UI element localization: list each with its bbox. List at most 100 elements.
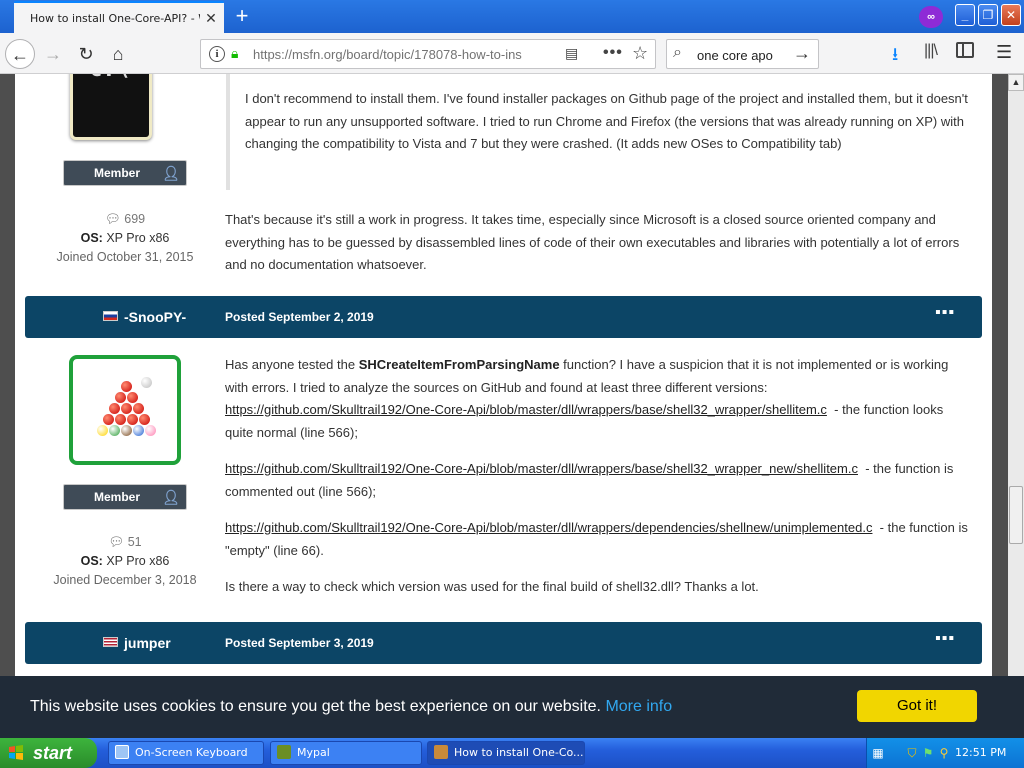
window-close-button[interactable]: ✕ — [1001, 4, 1021, 26]
more-info-link[interactable]: More info — [605, 698, 672, 715]
post-paragraph: Is there a way to check which version wa… — [225, 579, 759, 594]
start-button[interactable]: start — [0, 738, 97, 768]
clock: 12:51 PM — [955, 746, 1007, 759]
snooker-ball — [109, 403, 120, 414]
author-name[interactable]: -SnooPY- — [103, 309, 186, 325]
taskbar-item-browser[interactable]: How to install One-Co... — [427, 741, 585, 765]
cookie-message: This website uses cookies to ensure you … — [30, 698, 672, 716]
author-name[interactable]: jumper — [103, 635, 171, 651]
search-go-arrow-icon[interactable]: → — [793, 43, 811, 64]
window-maximize-button[interactable]: ❐ — [978, 4, 998, 26]
os-value: XP Pro x86 — [106, 231, 170, 245]
author-stats: 💬︎ 51 OS: XP Pro x86 Joined December 3, … — [15, 533, 235, 590]
keyboard-tray-icon[interactable]: ▦ — [871, 746, 885, 760]
cmd-prompt-icon: C:\ — [89, 74, 129, 82]
avatar[interactable]: C:\ — [70, 74, 152, 140]
avatar[interactable] — [69, 355, 181, 465]
download-icon[interactable]: ⭳ — [892, 42, 898, 72]
author-name-text[interactable]: jumper — [124, 635, 171, 651]
os-value: XP Pro x86 — [106, 554, 170, 568]
search-icon: ⌕ — [673, 44, 682, 61]
system-tray: ▦ ⛉ ⚑ ⚲ 12:51 PM — [866, 738, 1024, 768]
cookie-banner: This website uses cookies to ensure you … — [0, 676, 1024, 738]
home-icon[interactable]: ⌂ — [103, 39, 133, 69]
new-tab-button[interactable]: + — [230, 3, 254, 29]
post-date[interactable]: Posted September 2, 2019 — [225, 310, 374, 324]
network-icon[interactable]: ⚑ — [921, 746, 935, 760]
got-it-button[interactable]: Got it! — [857, 690, 977, 722]
post-menu-icon[interactable]: ▪▪▪ — [935, 304, 955, 322]
search-bar[interactable]: ⌕ one core apo → — [666, 39, 819, 69]
search-tray-icon[interactable]: ⚲ — [937, 746, 951, 760]
github-link-2[interactable]: https://github.com/Skulltrail192/One-Cor… — [225, 461, 858, 476]
task-label: On-Screen Keyboard — [135, 746, 248, 759]
private-browsing-icon: ∞ — [919, 6, 943, 28]
url-text[interactable]: https://msfn.org/board/topic/178078-how-… — [253, 47, 531, 62]
post-menu-icon[interactable]: ▪▪▪ — [935, 630, 955, 648]
snooker-ball — [115, 414, 126, 425]
search-input[interactable]: one core apo — [697, 48, 773, 63]
post-body: Has anyone tested the SHCreateItemFromPa… — [225, 354, 975, 599]
snooker-ball — [133, 403, 144, 414]
reload-icon[interactable]: ↻ — [71, 39, 101, 69]
post-paragraph: https://github.com/Skulltrail192/One-Cor… — [225, 458, 975, 503]
page-actions-icon[interactable]: ••• — [603, 44, 623, 62]
shield-icon[interactable]: ⛉ — [905, 746, 919, 760]
snooker-ball — [139, 414, 150, 425]
post-header: -SnooPY- Posted September 2, 2019 ▪▪▪ — [25, 296, 982, 338]
site-info-icon[interactable]: i — [209, 46, 225, 62]
user-icon: 👤︎ — [162, 165, 180, 181]
member-badge-label: Member — [94, 490, 141, 504]
tab-title: How to install One-Core-API? - Wi — [30, 12, 200, 25]
mypal-icon — [277, 745, 291, 759]
post-text: That's because it's still a work in prog… — [225, 212, 960, 272]
post-header: jumper Posted September 3, 2019 ▪▪▪ — [25, 622, 982, 664]
russia-flag-icon — [103, 311, 118, 321]
scroll-up-arrow-icon[interactable]: ▲ — [1008, 74, 1024, 91]
snooker-ball — [121, 403, 132, 414]
github-link-1[interactable]: https://github.com/Skulltrail192/One-Cor… — [225, 402, 827, 417]
back-arrow-icon[interactable]: ← — [5, 39, 35, 69]
hamburger-menu-icon[interactable]: ☰ — [996, 42, 1012, 63]
start-label: start — [33, 743, 73, 763]
joined-date: Joined October 31, 2015 — [56, 250, 194, 264]
forward-arrow-icon[interactable]: → — [38, 39, 68, 69]
forum-content: C:\ Member 👤︎ 💬︎ 699 OS: XP Pro x86 Join… — [15, 74, 992, 738]
github-link-3[interactable]: https://github.com/Skulltrail192/One-Cor… — [225, 520, 872, 535]
url-bar[interactable]: i 🔒︎ https://msfn.org/board/topic/178078… — [200, 39, 656, 69]
snooker-ball — [115, 392, 126, 403]
library-icon[interactable]: |||\ — [924, 42, 938, 60]
sidebar-icon[interactable] — [956, 42, 974, 58]
lock-icon: 🔒︎ — [231, 45, 239, 61]
bookmark-star-icon[interactable]: ☆ — [632, 43, 648, 64]
taskbar-item-osk[interactable]: On-Screen Keyboard — [108, 741, 264, 765]
comment-icon: 💬︎ — [104, 212, 121, 226]
os-label: OS: — [80, 554, 103, 568]
page-scrollbar[interactable]: ▲ ▼ — [1008, 74, 1024, 738]
browser-tab-bar: How to install One-Core-API? - Wi ✕ + ∞ … — [0, 0, 1024, 33]
taskbar-item-mypal[interactable]: Mypal — [270, 741, 422, 765]
snooker-ball — [127, 414, 138, 425]
tab-close-icon[interactable]: ✕ — [202, 9, 220, 27]
keyboard-icon — [115, 745, 129, 759]
snooker-ball — [133, 425, 144, 436]
taskbar: start On-Screen Keyboard Mypal How to in… — [0, 738, 1024, 768]
author-name-text[interactable]: -SnooPY- — [124, 309, 186, 325]
post-count: 💬︎ 699 — [15, 210, 235, 229]
post-count-value: 699 — [124, 212, 146, 226]
snooker-ball — [121, 425, 132, 436]
browser-tab-active[interactable]: How to install One-Core-API? - Wi ✕ — [14, 1, 224, 33]
window-minimize-button[interactable]: _ — [955, 4, 975, 26]
member-badge: Member 👤︎ — [63, 484, 187, 510]
reader-view-icon[interactable]: ▤ — [565, 45, 583, 63]
member-badge-label: Member — [94, 166, 141, 180]
scrollbar-thumb[interactable] — [1009, 486, 1023, 544]
page-viewport: C:\ Member 👤︎ 💬︎ 699 OS: XP Pro x86 Join… — [0, 74, 1008, 738]
text-run: Has anyone tested the — [225, 357, 359, 372]
task-label: Mypal — [297, 746, 330, 759]
snooker-ball — [109, 425, 120, 436]
post-date[interactable]: Posted September 3, 2019 — [225, 636, 374, 650]
user-icon: 👤︎ — [162, 489, 180, 505]
navigation-toolbar: ← → ↻ ⌂ i 🔒︎ https://msfn.org/board/topi… — [0, 33, 1024, 74]
snooker-ball — [97, 425, 108, 436]
